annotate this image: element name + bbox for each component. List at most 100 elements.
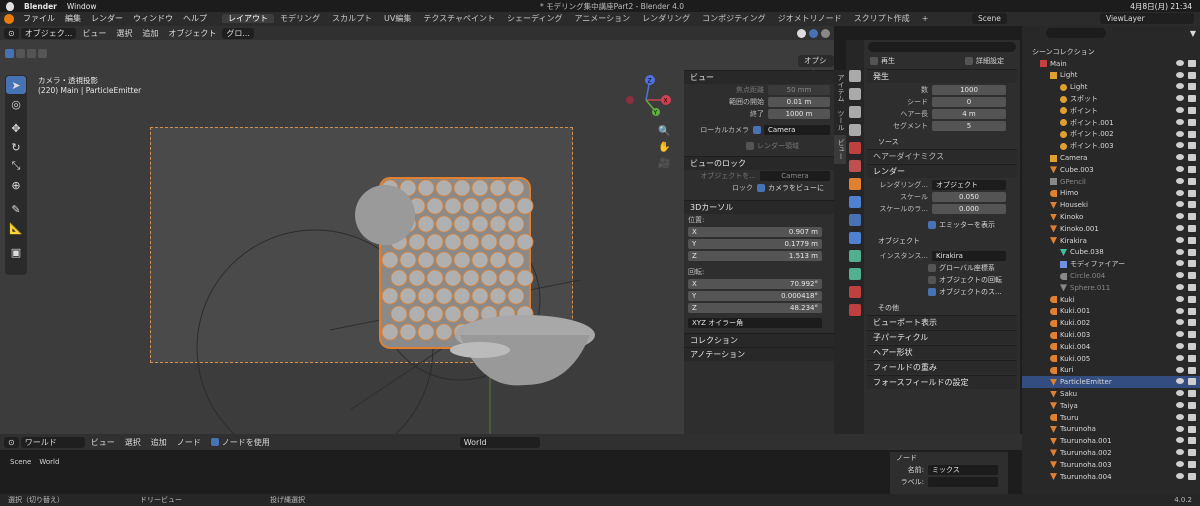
outliner-row[interactable]: Camera [1022,152,1200,164]
node-label-field[interactable] [928,477,998,487]
visibility-eye-icon[interactable] [1176,354,1184,361]
visibility-eye-icon[interactable] [1176,390,1184,397]
node-menu[interactable]: 選択 [121,438,145,447]
outliner-search-input[interactable] [1046,28,1106,38]
outliner-row[interactable]: Kuki.003 [1022,329,1200,341]
outliner-row[interactable]: Tsurunoha [1022,424,1200,436]
texture-tab-icon[interactable] [849,304,861,316]
use-nodes-checkbox[interactable] [210,438,219,446]
hair-shape-header[interactable]: ヘアー形状 [867,345,1017,359]
visibility-eye-icon[interactable] [1176,130,1184,137]
local-camera-field[interactable]: Camera [764,125,830,135]
visibility-eye-icon[interactable] [1176,283,1184,290]
scale-field[interactable]: 0.050 [932,192,1006,202]
visibility-eye-icon[interactable] [1176,413,1184,420]
collection-header[interactable]: コレクション [684,333,834,347]
mac-app-menu[interactable]: Blender [24,2,57,11]
render-camera-icon[interactable] [1188,437,1196,445]
annotate-icon[interactable]: ✎ [6,200,26,218]
local-camera-checkbox[interactable] [753,126,761,134]
workspace-tab[interactable]: レイアウト [222,14,274,23]
render-camera-icon[interactable] [1188,283,1196,291]
playback-checkbox[interactable] [870,57,878,65]
workspace-tab[interactable]: コンポジティング [696,14,772,23]
3d-cursor-header[interactable]: 3Dカーソル [684,200,834,214]
visibility-eye-icon[interactable] [1176,201,1184,208]
rotate-icon[interactable]: ↻ [6,138,26,156]
render-camera-icon[interactable] [1188,59,1196,67]
visibility-eye-icon[interactable] [1176,460,1184,467]
visibility-eye-icon[interactable] [1176,189,1184,196]
render-camera-icon[interactable] [1188,142,1196,150]
outliner-row[interactable]: Houseki [1022,199,1200,211]
outliner-row[interactable]: Kuki [1022,294,1200,306]
render-camera-icon[interactable] [1188,319,1196,327]
select-mode-buttons[interactable] [5,49,61,59]
zoom-icon[interactable]: 🔍 [658,126,670,137]
outliner-row[interactable]: Kuki.002 [1022,317,1200,329]
editor-type-button[interactable]: ⊙ [4,27,19,39]
render-camera-icon[interactable] [1188,224,1196,232]
render-camera-icon[interactable] [1188,390,1196,398]
render-camera-icon[interactable] [1188,260,1196,268]
render-camera-icon[interactable] [1188,342,1196,350]
visibility-eye-icon[interactable] [1176,154,1184,161]
output-tab-icon[interactable] [849,106,861,118]
visibility-eye-icon[interactable] [1176,272,1184,279]
render-camera-icon[interactable] [1188,95,1196,103]
seed-field[interactable]: 0 [932,97,1006,107]
workspace-tab[interactable]: スクリプト作成 [848,14,916,23]
menu-item[interactable]: レンダー [86,14,128,23]
render-camera-icon[interactable] [1188,106,1196,114]
node-name-field[interactable]: ミックス [928,465,998,475]
outliner-row[interactable]: Kirakira [1022,235,1200,247]
node-menu[interactable]: ビュー [87,438,119,447]
view-section-header[interactable]: ビュー [684,70,834,84]
show-emitter-checkbox[interactable] [928,221,936,229]
world-tab-icon[interactable] [849,160,861,172]
visibility-eye-icon[interactable] [1176,342,1184,349]
orientation-selector[interactable]: グロ... [222,27,254,39]
visibility-eye-icon[interactable] [1176,449,1184,456]
render-camera-icon[interactable] [1188,425,1196,433]
visibility-eye-icon[interactable] [1176,236,1184,243]
hair-length-field[interactable]: 4 m [932,109,1006,119]
clip-start-field[interactable]: 0.01 m [768,97,830,107]
render-camera-icon[interactable] [1188,248,1196,256]
render-camera-icon[interactable] [1188,460,1196,468]
render-camera-icon[interactable] [1188,331,1196,339]
annotation-header[interactable]: アノテーション [684,347,834,361]
render-camera-icon[interactable] [1188,130,1196,138]
focal-length-field[interactable]: 50 mm [768,85,830,95]
force-field-header[interactable]: フォースフィールドの設定 [867,375,1017,389]
particle-number-field[interactable]: 1000 [932,85,1006,95]
sidebar-tab[interactable]: ビュー [834,135,846,164]
render-camera-icon[interactable] [1188,413,1196,421]
workspace-tab[interactable]: スカルプト [326,14,378,23]
scale-icon[interactable]: ⤡ [6,157,26,175]
cursor-rotation-y[interactable]: Y 0.000418° [688,291,822,301]
outliner-row[interactable]: Sphere.011 [1022,282,1200,294]
transform-icon[interactable]: ⊕ [6,176,26,194]
sidebar-tab[interactable]: ツール [834,106,846,135]
outliner-row[interactable]: Tsurunoha.004 [1022,471,1200,483]
constraints-tab-icon[interactable] [849,250,861,262]
outliner-row[interactable]: Kuki.001 [1022,306,1200,318]
mode-selector[interactable]: オブジェク... [20,27,77,39]
visibility-eye-icon[interactable] [1176,401,1184,408]
rotation-mode-select[interactable]: XYZ オイラー角 [688,318,822,328]
move-icon[interactable]: ✥ [6,119,26,137]
outliner-row[interactable]: Cube.003 [1022,164,1200,176]
viewport-menu[interactable]: オブジェクト [164,29,220,38]
visibility-eye-icon[interactable] [1176,307,1184,314]
outliner-row[interactable]: Main [1022,58,1200,70]
emission-header[interactable]: 発生 [867,69,1017,83]
render-camera-icon[interactable] [1188,366,1196,374]
view-lock-header[interactable]: ビューのロック [684,156,834,170]
visibility-eye-icon[interactable] [1176,59,1184,66]
cursor-rotation-z[interactable]: Z 48.234° [688,303,822,313]
outliner-row[interactable]: Tsuru [1022,412,1200,424]
viewport-display-header[interactable]: ビューポート表示 [867,315,1017,329]
visibility-eye-icon[interactable] [1176,378,1184,385]
mac-window-menu[interactable]: Window [67,2,97,11]
